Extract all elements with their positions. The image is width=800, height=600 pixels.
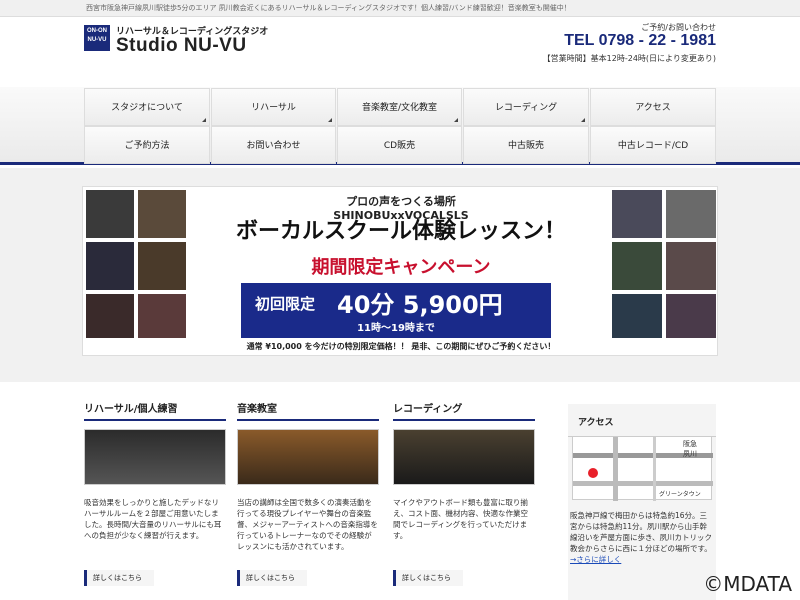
nav-item-music-school[interactable]: 音楽教室/文化教室 <box>337 88 462 126</box>
rehearsal-room-image <box>84 429 226 485</box>
top-info-bar: 西宮市阪急神戸線夙川駅徒歩5分のエリア 夙川教会近くにあるリハーサル＆レコーディ… <box>0 0 800 17</box>
section-title: リハーサル/個人練習 <box>84 400 226 421</box>
rehearsal-more-button[interactable]: 詳しくはこちら <box>84 570 154 586</box>
banner-photo <box>665 293 717 339</box>
access-sidebar: アクセス 阪急 夙川 グリーンタウン 阪急神戸線で梅田からは特急約16分。三宮か… <box>568 404 716 600</box>
microphone-image <box>393 429 535 485</box>
music-school-more-button[interactable]: 詳しくはこちら <box>237 570 307 586</box>
nav-item-reservation[interactable]: ご予約方法 <box>84 126 210 164</box>
access-title: アクセス <box>568 404 716 437</box>
section-music-school: 音楽教室 当店の講師は全国で数多くの演奏活動を行ってる現役プレイヤーや舞台の音楽… <box>237 400 379 552</box>
nav-item-recording[interactable]: レコーディング <box>463 88 589 126</box>
price-label: 初回限定 <box>255 295 316 313</box>
section-title: 音楽教室 <box>237 400 379 421</box>
banner-photo <box>665 189 717 239</box>
section-text: 吸音効果をしっかりと施したデッドなリハーサルルームを２部屋ご用意いたしました。長… <box>84 498 222 540</box>
banner-photo <box>611 293 663 339</box>
price-box: 初回限定 40分 5,900円 11時〜19時まで <box>241 283 551 338</box>
recording-more-button[interactable]: 詳しくはこちら <box>393 570 463 586</box>
banner-photo <box>137 293 187 339</box>
main-navigation: スタジオについて リハーサル 音楽教室/文化教室 レコーディング アクセス ご予… <box>0 87 800 165</box>
access-map[interactable]: 阪急 夙川 グリーンタウン <box>572 436 713 501</box>
section-recording: レコーディング マイクやアウトボード類も豊富に取り揃え、コスト面、機材内容、快適… <box>393 400 535 541</box>
banner-photo <box>85 241 135 291</box>
access-more-link[interactable]: →さらに詳しく <box>570 555 621 564</box>
map-label-shukugawa: 夙川 <box>683 450 697 458</box>
banner-footer: 通常 ¥10,000 を今だけの特別限定価格！！ 是非、この期間にぜひご予約くだ… <box>246 342 556 351</box>
nav-item-about[interactable]: スタジオについて <box>84 88 210 126</box>
phone-number[interactable]: TEL 0798 - 22 - 1981 <box>564 32 716 50</box>
price-value: 40分 5,900円 <box>337 291 503 319</box>
price-time: 11時〜19時まで <box>357 323 435 334</box>
access-text: 阪急神戸線で梅田からは特急約16分。三宮からは特急約11分。夙川駅から山手幹線沿… <box>570 510 714 565</box>
logo-mark-text: ON-ON NU-VU <box>87 28 107 43</box>
nav-item-cd-sales[interactable]: CD販売 <box>337 126 462 164</box>
business-hours: 【営業時間】基本12時-24時(日により変更あり) <box>542 54 716 63</box>
banner-photo <box>665 241 717 291</box>
banner-photo <box>137 189 187 239</box>
guitar-lesson-image <box>237 429 379 485</box>
watermark: ©MDATA <box>703 572 792 596</box>
logo-title[interactable]: Studio NU-VU <box>116 35 247 57</box>
map-label-hankyu: 阪急 <box>683 440 697 448</box>
banner-photo <box>85 293 135 339</box>
banner-campaign: 期間限定キャンペーン <box>311 257 491 278</box>
nav-item-used-records[interactable]: 中古レコード/CD <box>590 126 716 164</box>
section-text: マイクやアウトボード類も豊富に取り揃え、コスト面、機材内容、快適な作業空間でレコ… <box>393 498 528 540</box>
banner-photo <box>611 189 663 239</box>
map-label-greentown: グリーンタウン <box>659 491 701 498</box>
section-title: レコーディング <box>393 400 535 421</box>
campaign-banner[interactable]: プロの声をつくる場所 SHINOBUxxVOCALSLS ボーカルスクール体験レ… <box>82 186 718 356</box>
access-description: 阪急神戸線で梅田からは特急約16分。三宮からは特急約11分。夙川駅から山手幹線沿… <box>570 511 712 553</box>
nav-item-used-sales[interactable]: 中古販売 <box>463 126 589 164</box>
section-rehearsal: リハーサル/個人練習 吸音効果をしっかりと施したデッドなリハーサルルームを２部屋… <box>84 400 226 541</box>
logo-mark[interactable]: ON-ON NU-VU <box>84 25 110 51</box>
banner-photo <box>85 189 135 239</box>
nav-item-contact[interactable]: お問い合わせ <box>211 126 336 164</box>
nav-item-access[interactable]: アクセス <box>590 88 716 126</box>
banner-photo <box>137 241 187 291</box>
section-text: 当店の講師は全国で数多くの演奏活動を行ってる現役プレイヤーや舞台の音楽監督、メジ… <box>237 498 378 551</box>
nav-item-rehearsal[interactable]: リハーサル <box>211 88 336 126</box>
banner-title: ボーカルスクール体験レッスン！ <box>235 219 566 244</box>
top-info-text: 西宮市阪急神戸線夙川駅徒歩5分のエリア 夙川教会近くにあるリハーサル＆レコーディ… <box>86 4 571 12</box>
banner-photo <box>611 241 663 291</box>
